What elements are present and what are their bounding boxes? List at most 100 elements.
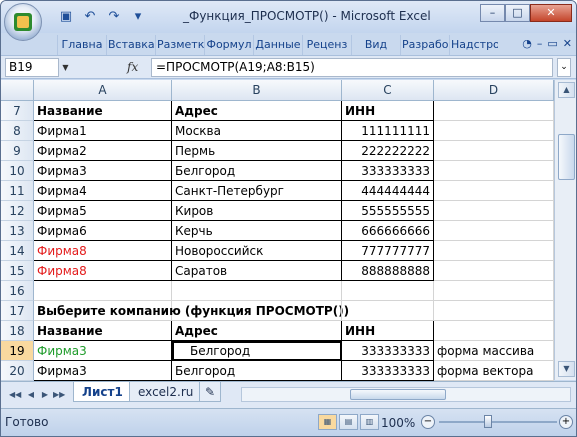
cell-d16[interactable] [434,281,554,301]
column-header-b[interactable]: B [172,80,342,101]
zoom-out-icon[interactable]: − [421,415,435,429]
next-sheet-icon[interactable]: ▶ [39,388,51,402]
redo-icon[interactable]: ↷ [105,8,123,26]
scroll-up-icon[interactable]: ▲ [558,82,575,98]
cell-a8[interactable]: Фирма1 [34,121,172,141]
ribbon-restore-icon[interactable]: ▭ [547,37,557,50]
page-layout-view-icon[interactable]: ▤ [339,414,358,430]
cell-b14[interactable]: Новороссийск [172,241,342,261]
tab-page-layout[interactable]: Разметк [155,35,204,55]
cell-d13[interactable] [434,221,554,241]
zoom-slider-knob[interactable] [484,415,492,428]
cell-c17[interactable] [342,301,434,321]
tab-developer[interactable]: Разрабо [400,35,449,55]
cell-c11[interactable]: 444444444 [342,181,434,201]
tab-insert[interactable]: Вставка [106,35,155,55]
cell-a13[interactable]: Фирма6 [34,221,172,241]
cell-b16[interactable] [172,281,342,301]
select-all-corner[interactable] [1,80,34,101]
cell-c20[interactable]: 333333333 [342,361,434,381]
name-box[interactable]: B19 [5,58,59,77]
cell-b15[interactable]: Саратов [172,261,342,281]
row-header[interactable]: 7 [1,101,34,121]
row-header[interactable]: 11 [1,181,34,201]
zoom-slider[interactable] [439,421,557,423]
last-sheet-icon[interactable]: ▶▶ [53,388,65,402]
tab-data[interactable]: Данные [253,35,302,55]
cell-d17[interactable] [434,301,554,321]
cell-c10[interactable]: 333333333 [342,161,434,181]
cell-b20[interactable]: Белгород [172,361,342,381]
cell-b19[interactable]: Белгород [172,341,342,361]
cell-b9[interactable]: Пермь [172,141,342,161]
tab-home[interactable]: Главна [57,35,106,55]
tab-view[interactable]: Вид [351,35,400,55]
cell-d14[interactable] [434,241,554,261]
insert-function-icon[interactable]: fx [127,58,145,77]
maximize-button[interactable]: □ [505,4,530,22]
row-header[interactable]: 9 [1,141,34,161]
cell-b18[interactable]: Адрес [172,321,342,341]
row-header[interactable]: 13 [1,221,34,241]
column-header-c[interactable]: C [342,80,434,101]
cell-a15[interactable]: Фирма8 [34,261,172,281]
sheet-tab-list1[interactable]: Лист1 [73,382,132,402]
cell-d8[interactable] [434,121,554,141]
cell-a12[interactable]: Фирма5 [34,201,172,221]
undo-icon[interactable]: ↶ [81,8,99,26]
cell-a7[interactable]: Название [34,101,172,121]
row-header[interactable]: 16 [1,281,34,301]
cell-c19[interactable]: 333333333 [342,341,434,361]
row-header[interactable]: 15 [1,261,34,281]
cell-c16[interactable] [342,281,434,301]
zoom-level[interactable]: 100% [381,416,415,430]
save-icon[interactable]: ▣ [57,8,75,26]
row-header[interactable]: 14 [1,241,34,261]
cell-b12[interactable]: Киров [172,201,342,221]
customize-qat-icon[interactable]: ▾ [129,8,147,26]
vertical-scrollbar[interactable]: ▲ ▼ [554,80,576,380]
tab-formulas[interactable]: Формул [204,35,253,55]
formula-input[interactable]: =ПРОСМОТР(A19;A8:B15) [151,58,553,77]
cell-d19[interactable]: форма массива [434,341,554,361]
cell-b17[interactable] [172,301,342,321]
close-button[interactable]: ✕ [530,4,572,22]
cell-d18[interactable] [434,321,554,341]
name-box-dropdown-icon[interactable]: ▼ [59,58,72,77]
cell-c18[interactable]: ИНН [342,321,434,341]
tab-addins[interactable]: Надстро [449,35,498,55]
ribbon-close-icon[interactable]: ✕ [563,37,572,50]
ribbon-minimize-icon[interactable]: – [537,37,543,50]
cell-c13[interactable]: 666666666 [342,221,434,241]
cell-c15[interactable]: 888888888 [342,261,434,281]
cell-a11[interactable]: Фирма4 [34,181,172,201]
zoom-in-icon[interactable]: + [559,415,573,429]
cell-c12[interactable]: 555555555 [342,201,434,221]
prev-sheet-icon[interactable]: ◀ [25,388,37,402]
cell-d10[interactable] [434,161,554,181]
row-header[interactable]: 19 [1,341,34,361]
row-header[interactable]: 17 [1,301,34,321]
cell-d20[interactable]: форма вектора [434,361,554,381]
cell-c14[interactable]: 777777777 [342,241,434,261]
cell-b11[interactable]: Санкт-Петербург [172,181,342,201]
cell-b13[interactable]: Керчь [172,221,342,241]
cell-a19[interactable]: Фирма3 [34,341,172,361]
cell-a16[interactable] [34,281,172,301]
cell-d11[interactable] [434,181,554,201]
cell-c9[interactable]: 222222222 [342,141,434,161]
cell-c8[interactable]: 111111111 [342,121,434,141]
column-header-d[interactable]: D [434,80,554,101]
tab-review[interactable]: Реценз [302,35,351,55]
page-break-view-icon[interactable]: ▥ [360,414,379,430]
row-header[interactable]: 20 [1,361,34,381]
cell-d7[interactable] [434,101,554,121]
cell-b7[interactable]: Адрес [172,101,342,121]
cell-d9[interactable] [434,141,554,161]
row-header[interactable]: 8 [1,121,34,141]
cell-a10[interactable]: Фирма3 [34,161,172,181]
vertical-scroll-thumb[interactable] [558,134,575,180]
column-header-a[interactable]: A [34,80,172,101]
row-header[interactable]: 12 [1,201,34,221]
new-sheet-icon[interactable]: ✎ [199,382,222,402]
